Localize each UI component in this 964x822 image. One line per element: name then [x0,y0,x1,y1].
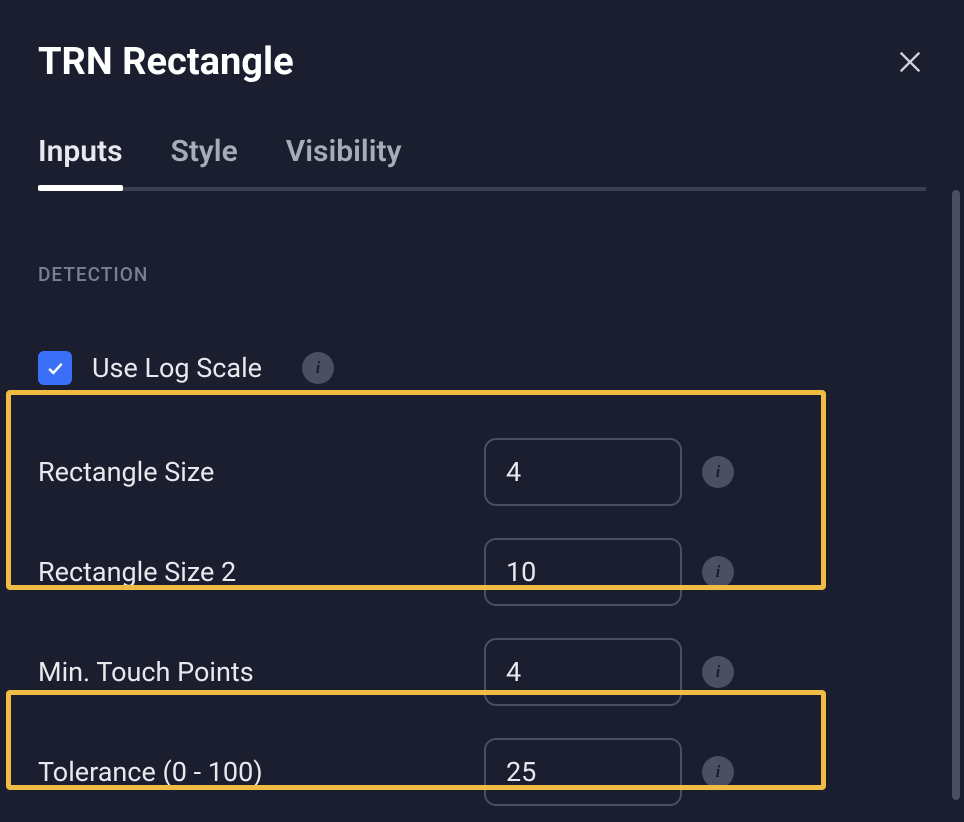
input-min-touch-points[interactable] [484,638,682,706]
info-glyph-icon: i [716,462,721,482]
input-tolerance[interactable] [484,738,682,806]
label-use-log-scale: Use Log Scale [92,352,262,384]
dialog-header: TRN Rectangle [38,40,926,84]
row-rectangle-size: Rectangle Size i [38,422,926,522]
label-rectangle-size: Rectangle Size [38,456,484,488]
info-icon-use-log-scale[interactable]: i [302,352,334,384]
checkmark-icon [45,358,65,378]
info-glyph-icon: i [716,662,721,682]
input-rectangle-size-2[interactable] [484,538,682,606]
close-icon [896,48,924,76]
close-button[interactable] [894,46,926,78]
row-use-log-scale: Use Log Scale i [38,334,926,402]
info-glyph-icon: i [716,562,721,582]
tab-visibility[interactable]: Visibility [286,134,402,187]
info-icon-rectangle-size[interactable]: i [702,456,734,488]
input-rectangle-size[interactable] [484,438,682,506]
info-glyph-icon: i [716,762,721,782]
info-glyph-icon: i [316,358,321,378]
row-rectangle-size-2: Rectangle Size 2 i [38,522,926,622]
row-min-touch-points: Min. Touch Points i [38,622,926,722]
tab-style[interactable]: Style [171,134,238,187]
checkbox-use-log-scale[interactable] [38,351,72,385]
row-tolerance: Tolerance (0 - 100) i [38,722,926,822]
label-min-touch-points: Min. Touch Points [38,656,484,688]
tab-bar: Inputs Style Visibility [38,134,926,191]
scrollbar[interactable] [952,190,960,800]
section-label-detection: DETECTION [38,263,926,286]
tab-inputs[interactable]: Inputs [38,134,123,187]
content-area: DETECTION Use Log Scale i Rectangle Size… [38,191,926,822]
info-icon-rectangle-size-2[interactable]: i [702,556,734,588]
dialog-title: TRN Rectangle [38,40,294,84]
label-tolerance: Tolerance (0 - 100) [38,756,484,788]
label-rectangle-size-2: Rectangle Size 2 [38,556,484,588]
info-icon-tolerance[interactable]: i [702,756,734,788]
info-icon-min-touch-points[interactable]: i [702,656,734,688]
